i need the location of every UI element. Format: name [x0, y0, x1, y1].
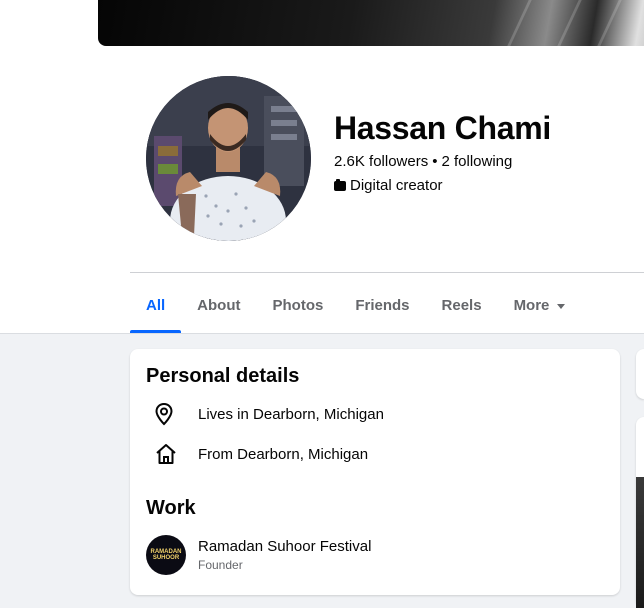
video-camera-icon	[334, 178, 346, 191]
lives-in-text: Lives in Dearborn, Michigan	[198, 405, 384, 423]
profile-tabs: All About Photos Friends Reels More	[130, 277, 581, 333]
profile-stats: 2.6K followers • 2 following	[334, 153, 512, 170]
work-title[interactable]: Ramadan Suhoor Festival	[198, 538, 371, 555]
tab-photos[interactable]: Photos	[257, 277, 340, 333]
tab-all-label: All	[146, 296, 166, 314]
tab-about-label: About	[197, 296, 241, 314]
right-column-card-top	[636, 349, 644, 399]
avatar-photo	[146, 76, 311, 241]
work-role: Founder	[198, 558, 243, 572]
following-link[interactable]: 2 following	[441, 153, 512, 170]
caret-down-icon	[557, 303, 566, 309]
from-row: From Dearborn, Michigan	[146, 442, 368, 466]
tab-all[interactable]: All	[130, 277, 182, 333]
tab-more[interactable]: More	[498, 277, 582, 333]
personal-details-heading: Personal details	[146, 365, 300, 387]
location-pin-icon	[146, 402, 186, 426]
profile-avatar[interactable]	[143, 73, 314, 244]
followers-link[interactable]: 2.6K followers	[334, 153, 428, 170]
tab-more-label: More	[513, 296, 550, 314]
lives-in-row: Lives in Dearborn, Michigan	[146, 402, 384, 426]
profile-category: Digital creator	[334, 177, 443, 194]
profile-name: Hassan Chami	[334, 110, 551, 146]
home-icon	[146, 442, 186, 466]
tab-friends-label: Friends	[355, 296, 410, 314]
work-item[interactable]: RAMADAN SUHOOR Ramadan Suhoor Festival F…	[146, 535, 371, 575]
work-logo: RAMADAN SUHOOR	[146, 535, 186, 575]
work-heading: Work	[146, 497, 196, 519]
work-logo-text: RAMADAN SUHOOR	[150, 549, 182, 561]
intro-card: Personal details Lives in Dearborn, Mich…	[130, 349, 620, 595]
category-label: Digital creator	[350, 177, 443, 194]
from-text: From Dearborn, Michigan	[198, 445, 369, 463]
cover-photo[interactable]	[98, 0, 644, 46]
tab-reels-label: Reels	[441, 296, 482, 314]
stats-separator: •	[432, 153, 438, 170]
tab-friends[interactable]: Friends	[339, 277, 425, 333]
header-divider	[130, 272, 644, 273]
tab-photos-label: Photos	[272, 296, 324, 314]
right-column-photo[interactable]	[636, 477, 644, 608]
tab-reels[interactable]: Reels	[426, 277, 498, 333]
tab-about[interactable]: About	[181, 277, 256, 333]
